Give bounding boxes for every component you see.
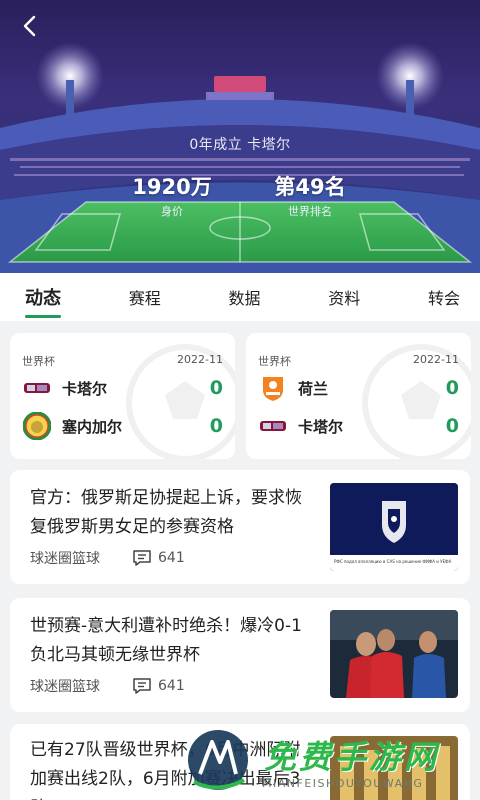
news-source: 球迷圈篮球 [30, 679, 100, 695]
match-card[interactable]: 世界杯 2022-11 荷兰 0 卡塔尔 0 [246, 333, 471, 459]
football-watermark-icon [362, 344, 471, 459]
competition-name: 世界杯 [258, 355, 291, 368]
comment-count-value: 641 [158, 550, 185, 566]
tab-news[interactable]: 动态 [25, 273, 61, 321]
team-tabs: 动态 赛程 数据 资料 转会 [0, 273, 480, 321]
world-rank-stat: 第49名 世界排名 [245, 174, 375, 219]
tab-profile[interactable]: 资料 [328, 273, 360, 321]
news-meta: 球迷圈篮球 641 [30, 676, 185, 696]
news-item[interactable]: 官方：俄罗斯足协提起上诉，要求恢复俄罗斯男女足的参赛资格 球迷圈篮球 641 Р… [10, 470, 470, 584]
comment-icon [133, 550, 151, 566]
comment-count: 641 [132, 677, 185, 695]
news-title: 官方：俄罗斯足协提起上诉，要求恢复俄罗斯男女足的参赛资格 [30, 488, 302, 537]
tab-data[interactable]: 数据 [228, 273, 260, 321]
news-thumbnail: РФС подал апелляцию в CAS на решение ФИФ… [330, 483, 458, 571]
comment-count: 641 [132, 549, 185, 567]
news-item[interactable]: 世预赛-意大利遭补时绝杀！爆冷0-1负北马其顿无缘世界杯 球迷圈篮球 641 [10, 598, 470, 712]
watermark-subtext: MIANFEISHOUYOUWANG [262, 777, 424, 790]
comment-count-value: 641 [158, 678, 185, 694]
chevron-left-icon [23, 15, 36, 37]
news-thumbnail [330, 610, 458, 698]
world-rank: 第49名 [274, 175, 346, 199]
team-hero-banner: 0年成立 卡塔尔 1920万 身价 第49名 世界排名 [0, 0, 480, 273]
senegal-logo-icon [22, 411, 52, 441]
market-value: 1920万 [132, 175, 212, 199]
news-title: 世预赛-意大利遭补时绝杀！爆冷0-1负北马其顿无缘世界杯 [30, 616, 302, 665]
tab-transfers[interactable]: 转会 [428, 273, 460, 321]
rfs-emblem-image [330, 483, 458, 571]
netherlands-logo-icon [258, 373, 288, 403]
market-value-label: 身价 [161, 205, 183, 218]
market-value-stat: 1920万 身价 [107, 174, 237, 219]
team-founded-info: 0年成立 卡塔尔 [189, 137, 291, 153]
comment-icon [133, 678, 151, 694]
match-card[interactable]: 世界杯 2022-11 卡塔尔 0 塞内加尔 0 [10, 333, 235, 459]
thumbnail-caption: РФС подал апелляцию в CAS на решение ФИФ… [334, 559, 452, 564]
football-watermark-icon [126, 344, 235, 459]
match-photo-image [330, 610, 458, 698]
tab-schedule[interactable]: 赛程 [129, 273, 161, 321]
news-source: 球迷圈篮球 [30, 551, 100, 567]
competition-name: 世界杯 [22, 355, 55, 368]
watermark-text: 免费手游网 [264, 738, 440, 776]
world-rank-label: 世界排名 [288, 205, 332, 218]
back-button[interactable] [14, 10, 46, 42]
qatar-logo-icon [22, 373, 52, 403]
news-meta: 球迷圈篮球 641 [30, 548, 185, 568]
qatar-logo-icon [258, 411, 288, 441]
